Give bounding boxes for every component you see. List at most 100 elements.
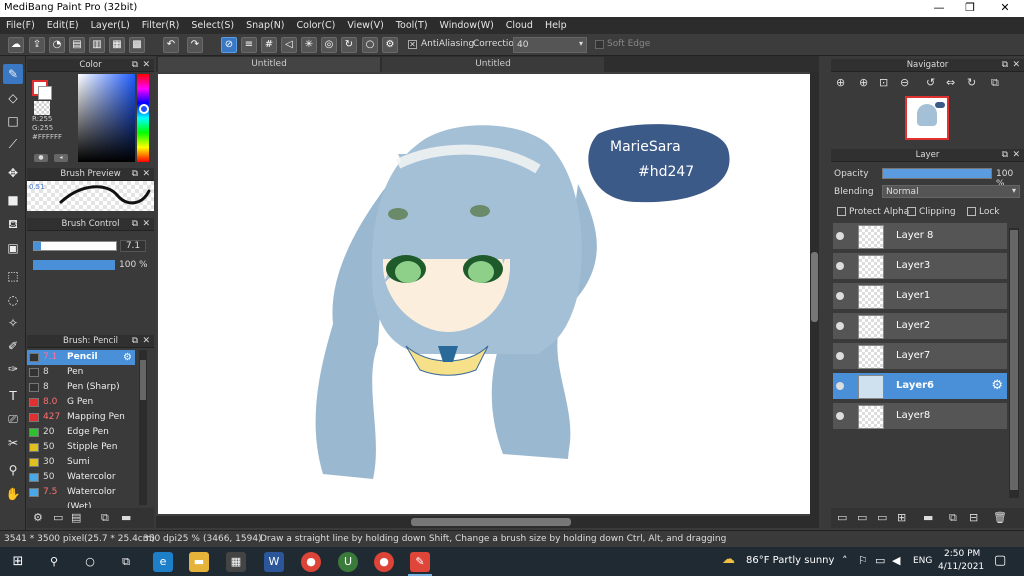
clock-date[interactable]: 4/11/2021	[938, 562, 984, 572]
operation-tool-icon[interactable]: ⎚	[3, 409, 23, 429]
fill-tool-icon[interactable]: ■	[3, 190, 23, 210]
list-item[interactable]: 427 Mapping Pen	[27, 410, 135, 425]
eye-icon[interactable]	[836, 382, 844, 390]
layer-row[interactable]: Layer1	[833, 283, 1007, 311]
copy-brush-icon[interactable]: ⧉	[101, 511, 109, 525]
cloud-icon[interactable]: ☁	[8, 37, 24, 53]
lasso-brush-icon[interactable]: ⟋	[3, 134, 23, 154]
navigator-thumbnail[interactable]	[905, 96, 949, 140]
color-saturation-picker[interactable]	[78, 74, 135, 162]
brush-size-value[interactable]: 7.1	[120, 240, 146, 252]
list-item[interactable]: 20 Edge Pen	[27, 425, 135, 440]
correction-select[interactable]: 40 ▾	[513, 37, 587, 53]
eye-icon[interactable]	[836, 262, 844, 270]
list-item[interactable]: 8 Pen (Sharp)	[27, 380, 135, 395]
edge-icon[interactable]: e	[153, 552, 173, 572]
select-eraser-icon[interactable]: ✑	[3, 359, 23, 379]
menu-tool[interactable]: Tool(T)	[390, 17, 434, 34]
search-icon[interactable]: ⚲	[44, 552, 64, 572]
crisscross-snap-icon[interactable]: #	[261, 37, 277, 53]
menu-snap[interactable]: Snap(N)	[240, 17, 290, 34]
network-icon[interactable]: ⚐	[858, 554, 868, 567]
radial-snap-icon[interactable]: ✳	[301, 37, 317, 53]
eraser-tool-icon[interactable]: ◇	[3, 88, 23, 108]
text-tool-icon[interactable]: T	[3, 386, 23, 406]
task-view-icon[interactable]: ⧉	[116, 552, 136, 572]
select-tool-icon[interactable]: ⬚	[3, 266, 23, 286]
swap-color-button[interactable]: ◂	[54, 154, 68, 162]
layer-row[interactable]: Layer7	[833, 343, 1007, 371]
curve-snap-icon[interactable]: ↻	[341, 37, 357, 53]
antialiasing-checkbox[interactable]: ✕	[408, 40, 417, 49]
layer-row[interactable]: Layer 8	[833, 223, 1007, 251]
duplicate-layer-icon[interactable]: ⧉	[949, 511, 957, 525]
delete-layer-icon[interactable]: 🗑	[993, 511, 1007, 524]
ellipse-snap-icon[interactable]: ○	[362, 37, 378, 53]
page-icon[interactable]: ▥	[89, 37, 105, 53]
canvas-horizontal-scrollbar[interactable]	[156, 516, 819, 528]
eye-icon[interactable]	[836, 232, 844, 240]
cortana-icon[interactable]: ○	[80, 552, 100, 572]
tab-untitled-1[interactable]: Untitled	[158, 57, 380, 72]
layer-row[interactable]: Layer8	[833, 403, 1007, 431]
lasso-tool-icon[interactable]: ◌	[3, 290, 23, 310]
close-icon[interactable]: ✕	[142, 335, 150, 348]
soft-edge-checkbox[interactable]	[595, 40, 604, 49]
tab-untitled-2[interactable]: Untitled	[382, 57, 604, 72]
folder-icon[interactable]: ▬	[923, 511, 933, 524]
transparent-swatch[interactable]	[34, 101, 50, 115]
canvas-area[interactable]: MarieSara #hd247	[156, 72, 819, 516]
undo-icon[interactable]: ↶	[163, 37, 179, 53]
language-indicator[interactable]: ENG	[913, 556, 932, 566]
layer-list-scrollbar[interactable]	[1009, 228, 1019, 498]
menu-file[interactable]: File(F)	[0, 17, 41, 34]
chrome-icon[interactable]: ●	[374, 552, 394, 572]
menu-cloud[interactable]: Cloud	[500, 17, 539, 34]
close-icon[interactable]: ✕	[142, 218, 150, 231]
close-icon[interactable]: ✕	[142, 168, 150, 181]
menu-select[interactable]: Select(S)	[185, 17, 240, 34]
menu-layer[interactable]: Layer(L)	[85, 17, 136, 34]
eye-icon[interactable]	[836, 322, 844, 330]
background-color-swatch[interactable]	[38, 86, 52, 100]
vanishing-point-icon[interactable]: ◁	[281, 37, 297, 53]
drawing-canvas[interactable]: MarieSara #hd247	[158, 74, 810, 514]
volume-icon[interactable]: ◀	[892, 554, 900, 567]
popout-icon[interactable]: ⧉	[132, 168, 138, 181]
brush-opacity-slider[interactable]	[33, 260, 115, 270]
bucket-tool-icon[interactable]: ⛾	[3, 214, 23, 234]
app-u-icon[interactable]: U	[338, 552, 358, 572]
canvas-vertical-scrollbar[interactable]	[810, 72, 819, 516]
list-item[interactable]: 7.5 Watercolor (Wet)	[27, 485, 135, 508]
color-mode-button[interactable]: ●	[34, 154, 48, 162]
close-icon[interactable]: ✕	[142, 59, 150, 72]
reset-view-icon[interactable]: ⧉	[991, 76, 999, 90]
divide-tool-icon[interactable]: ✂	[3, 433, 23, 453]
gear-icon[interactable]: ⚙	[991, 378, 1003, 393]
layer-opacity-slider[interactable]	[882, 168, 992, 179]
dot-tool-icon[interactable]: □	[3, 111, 23, 131]
list-item[interactable]: 50 Watercolor	[27, 470, 135, 485]
eye-icon[interactable]	[836, 412, 844, 420]
minimize-button[interactable]: —	[924, 0, 954, 17]
word-icon[interactable]: W	[264, 552, 284, 572]
battery-icon[interactable]: ▭	[875, 554, 885, 567]
merge-layer-icon[interactable]: ⊟	[969, 511, 978, 524]
close-icon[interactable]: ✕	[1012, 59, 1020, 72]
rotate-left-icon[interactable]: ↺	[926, 76, 935, 89]
chevron-up-icon[interactable]: ˄	[842, 554, 848, 567]
file-explorer-icon[interactable]: ▬	[189, 552, 209, 572]
speech-bubble-icon[interactable]: ◔	[49, 37, 65, 53]
list-item[interactable]: 7.1 Pencil ⚙	[27, 350, 135, 365]
store-icon[interactable]: ▦	[226, 552, 246, 572]
menu-color[interactable]: Color(C)	[291, 17, 342, 34]
select-pen-icon[interactable]: ✐	[3, 336, 23, 356]
flip-icon[interactable]: ⇔	[946, 76, 955, 89]
popout-icon[interactable]: ⧉	[132, 59, 138, 72]
share-icon[interactable]: ⇪	[29, 37, 45, 53]
notification-icon[interactable]: ▢	[994, 553, 1006, 568]
eyedropper-icon[interactable]: ⚲	[3, 460, 23, 480]
menu-help[interactable]: Help	[539, 17, 573, 34]
eye-icon[interactable]	[836, 352, 844, 360]
list-item[interactable]: 50 Stipple Pen	[27, 440, 135, 455]
